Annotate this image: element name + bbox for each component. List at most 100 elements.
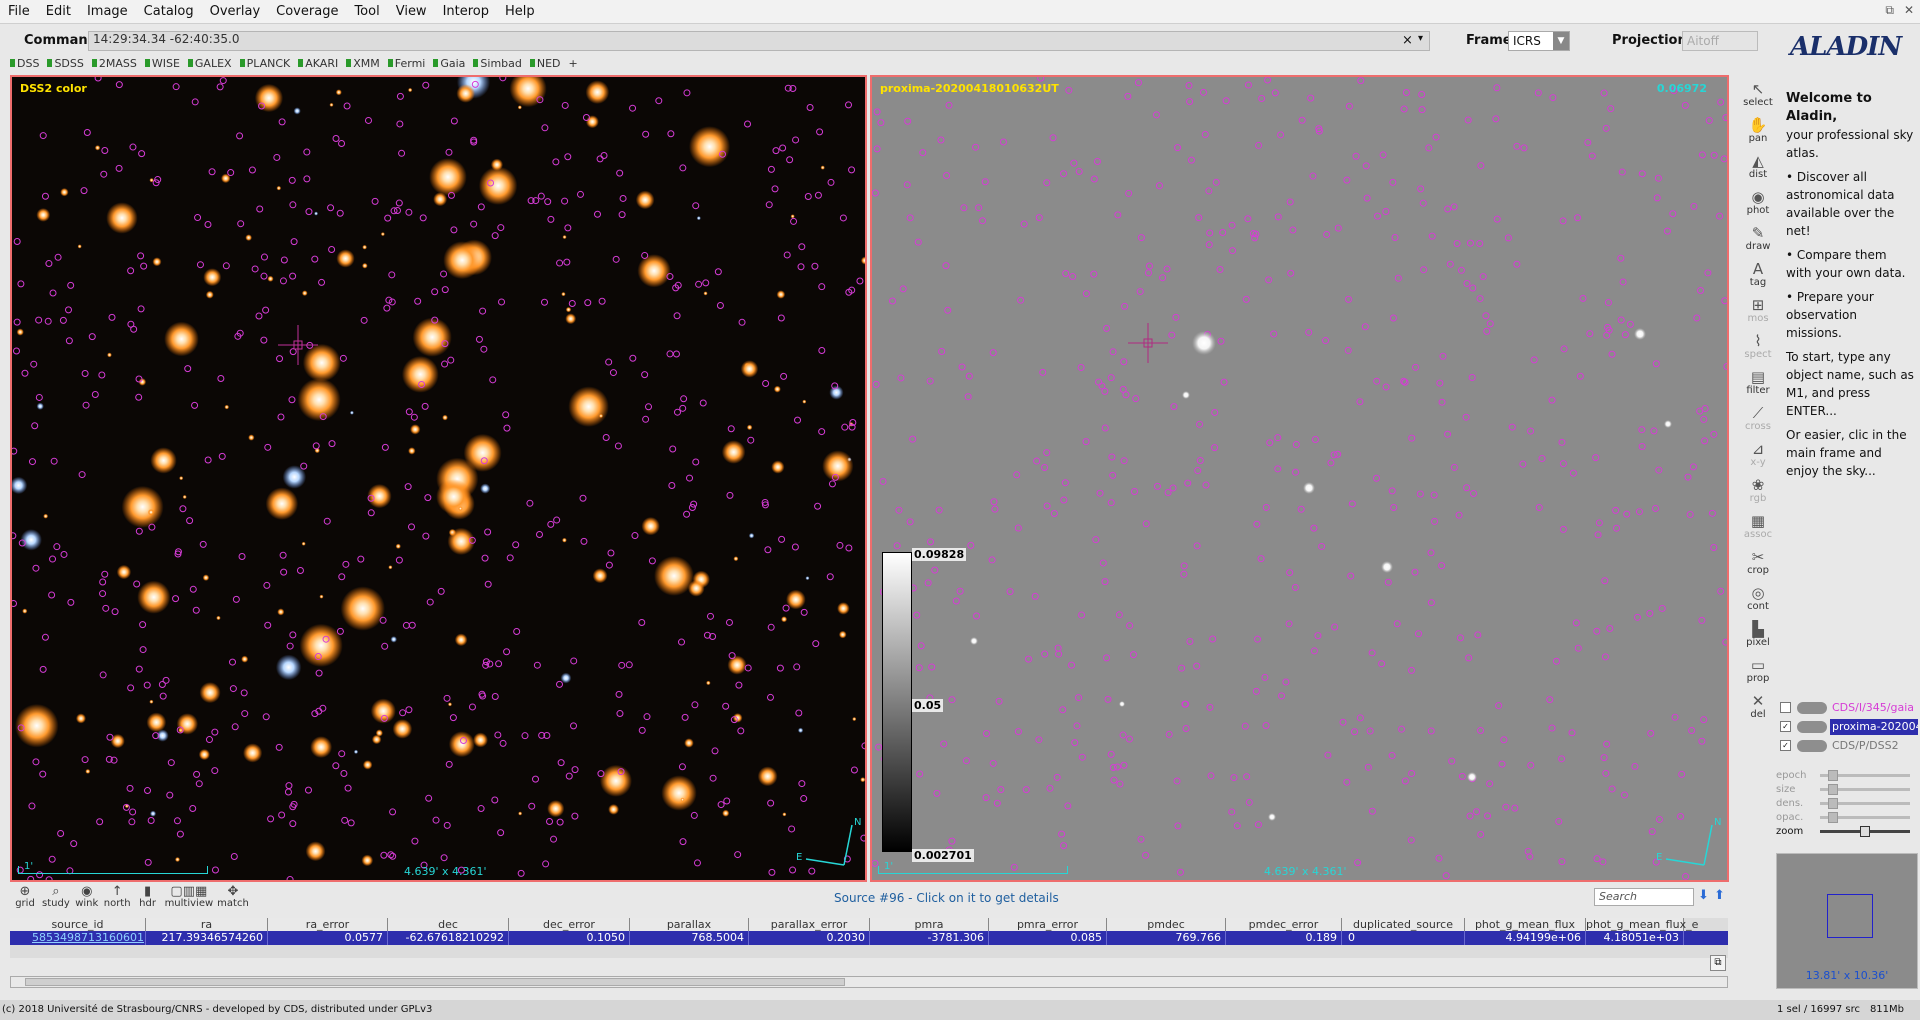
bookmark-dss[interactable]: DSS bbox=[10, 56, 45, 70]
command-history-icon[interactable]: ▾ bbox=[1418, 33, 1423, 44]
tool-select[interactable]: ↖ select bbox=[1736, 76, 1780, 112]
tool-study[interactable]: ⌕ study bbox=[42, 885, 70, 911]
chevron-down-icon[interactable]: ▼ bbox=[1553, 32, 1569, 50]
menu-file[interactable]: File bbox=[0, 0, 38, 24]
arrow-up-icon[interactable]: ⬆ bbox=[1714, 888, 1725, 903]
tool-draw[interactable]: ✎ draw bbox=[1736, 220, 1780, 256]
table-cell[interactable]: -62.67618210292 bbox=[388, 931, 509, 945]
proxima-sky-image[interactable] bbox=[872, 77, 1727, 880]
menu-image[interactable]: Image bbox=[79, 0, 136, 24]
menu-help[interactable]: Help bbox=[497, 0, 543, 24]
measurement-table[interactable]: source_id ra ra_error dec dec_error parallax p… bbox=[10, 918, 1728, 958]
column-header[interactable]: ra_error bbox=[268, 918, 388, 931]
bookmark-2mass[interactable]: 2MASS bbox=[91, 56, 143, 70]
menu-catalog[interactable]: Catalog bbox=[136, 0, 202, 24]
column-header[interactable]: pmra bbox=[870, 918, 989, 931]
table-cell[interactable]: 4.94199e+06 bbox=[1465, 931, 1586, 945]
arrow-down-icon[interactable]: ⬇ bbox=[1698, 888, 1709, 903]
tool-phot[interactable]: ◉ phot bbox=[1736, 184, 1780, 220]
tool-multiview[interactable]: ▢▥▦ multiview bbox=[165, 885, 214, 911]
layer-item[interactable]: ✓ CDS/P/DSS2 bbox=[1780, 736, 1918, 755]
table-row[interactable]: 5853498713160601 217.39346574260 0.0577 -62… bbox=[10, 931, 1728, 945]
tool-dist[interactable]: ◭ dist bbox=[1736, 148, 1780, 184]
column-header[interactable]: dec_error bbox=[509, 918, 630, 931]
column-header[interactable]: phot_g_mean_flux_e bbox=[1586, 918, 1698, 931]
scrollbar-thumb[interactable] bbox=[25, 978, 845, 986]
command-input[interactable]: 14:29:34.34 -62:40:35.0 bbox=[88, 31, 1430, 51]
bookmark-sdss[interactable]: SDSS bbox=[47, 56, 89, 70]
detach-table-icon[interactable]: ⧉ bbox=[1710, 955, 1726, 971]
table-cell[interactable]: -3781.306 bbox=[870, 931, 989, 945]
table-cell[interactable]: 768.5004 bbox=[630, 931, 749, 945]
tool-prop[interactable]: ▭ prop bbox=[1736, 652, 1780, 688]
column-header[interactable]: source_id bbox=[10, 918, 146, 931]
layer-checkbox[interactable]: ✓ bbox=[1780, 721, 1791, 732]
dss2-sky-image[interactable] bbox=[12, 77, 865, 880]
table-scrollbar[interactable] bbox=[10, 976, 1728, 988]
overview-panel[interactable]: 13.81' x 10.36' bbox=[1776, 853, 1918, 989]
tool-hdr[interactable]: ▮ hdr bbox=[135, 885, 161, 911]
tool-wink[interactable]: ◉ wink bbox=[74, 885, 100, 911]
tool-cont[interactable]: ◎ cont bbox=[1736, 580, 1780, 616]
tool-match[interactable]: ✥ match bbox=[217, 885, 249, 911]
tool-crop[interactable]: ✂ crop bbox=[1736, 544, 1780, 580]
bookmark-simbad[interactable]: Simbad bbox=[473, 56, 527, 70]
tool-north[interactable]: ↑ north bbox=[104, 885, 131, 911]
table-cell[interactable]: 0.1050 bbox=[509, 931, 630, 945]
bookmark-fermi[interactable]: Fermi bbox=[387, 56, 432, 70]
layer-item[interactable]: CDS/I/345/gaia bbox=[1780, 698, 1918, 717]
menu-overlay[interactable]: Overlay bbox=[202, 0, 269, 24]
menu-view[interactable]: View bbox=[388, 0, 435, 24]
search-input[interactable]: Search bbox=[1594, 888, 1694, 906]
column-header[interactable]: duplicated_source bbox=[1342, 918, 1465, 931]
layer-checkbox[interactable]: ✓ bbox=[1780, 740, 1791, 751]
slider-track[interactable] bbox=[1820, 825, 1910, 837]
slider-zoom[interactable]: zoom bbox=[1776, 824, 1916, 838]
column-header[interactable]: phot_g_mean_flux bbox=[1465, 918, 1586, 931]
bookmark-gaia[interactable]: Gaia bbox=[433, 56, 471, 70]
overview-view-box[interactable] bbox=[1827, 894, 1873, 938]
column-header[interactable]: ra bbox=[146, 918, 268, 931]
column-header[interactable]: pmdec bbox=[1107, 918, 1226, 931]
tool-pixel[interactable]: ▙ pixel bbox=[1736, 616, 1780, 652]
column-header[interactable]: parallax_error bbox=[749, 918, 870, 931]
tool-tag[interactable]: Atag bbox=[1736, 256, 1780, 292]
table-cell[interactable]: 5853498713160601 bbox=[10, 931, 146, 945]
tool-del[interactable]: ✕ del bbox=[1736, 688, 1780, 724]
menu-coverage[interactable]: Coverage bbox=[268, 0, 346, 24]
layer-checkbox[interactable] bbox=[1780, 702, 1791, 713]
slider-knob[interactable] bbox=[1860, 825, 1870, 837]
table-cell[interactable]: 0.2030 bbox=[749, 931, 870, 945]
table-cell[interactable]: 0 bbox=[1342, 931, 1465, 945]
tool-grid[interactable]: ⊕ grid bbox=[12, 885, 38, 911]
bookmark-galex[interactable]: GALEX bbox=[187, 56, 238, 70]
tool-filter[interactable]: ▤ filter bbox=[1736, 364, 1780, 400]
colorbar[interactable] bbox=[882, 552, 912, 852]
bookmark-+[interactable]: + bbox=[569, 56, 584, 70]
table-cell[interactable]: 0.085 bbox=[989, 931, 1107, 945]
bookmark-xmm[interactable]: XMM bbox=[346, 56, 386, 70]
close-window-icon[interactable]: ✕ bbox=[1904, 3, 1914, 18]
column-header[interactable]: pmdec_error bbox=[1226, 918, 1342, 931]
table-cell[interactable]: 0.189 bbox=[1226, 931, 1342, 945]
menu-edit[interactable]: Edit bbox=[38, 0, 79, 24]
view-dss2-color[interactable]: DSS2 color 1' 4.639' x 4.361' N E bbox=[10, 75, 867, 882]
bookmark-akari[interactable]: AKARI bbox=[298, 56, 344, 70]
menu-interop[interactable]: Interop bbox=[435, 0, 497, 24]
view-proxima[interactable]: proxima-20200418010632UT 0.06972 0.09828… bbox=[870, 75, 1729, 882]
bookmark-planck[interactable]: PLANCK bbox=[239, 56, 297, 70]
bookmark-wise[interactable]: WISE bbox=[144, 56, 186, 70]
column-header[interactable]: pmra_error bbox=[989, 918, 1107, 931]
clear-command-icon[interactable]: × bbox=[1402, 33, 1413, 48]
table-cell[interactable]: 4.18051e+03 bbox=[1586, 931, 1684, 945]
column-header[interactable]: parallax bbox=[630, 918, 749, 931]
table-cell[interactable]: 769.766 bbox=[1107, 931, 1226, 945]
restore-window-icon[interactable]: ⧉ bbox=[1885, 3, 1894, 18]
table-cell[interactable]: 217.39346574260 bbox=[146, 931, 268, 945]
bookmark-ned[interactable]: NED bbox=[529, 56, 567, 70]
menu-tool[interactable]: Tool bbox=[346, 0, 387, 24]
table-cell[interactable]: 0.0577 bbox=[268, 931, 388, 945]
layer-item[interactable]: ✓ proxima-20200418 bbox=[1780, 717, 1918, 736]
column-header[interactable]: dec bbox=[388, 918, 509, 931]
tool-pan[interactable]: ✋ pan bbox=[1736, 112, 1780, 148]
